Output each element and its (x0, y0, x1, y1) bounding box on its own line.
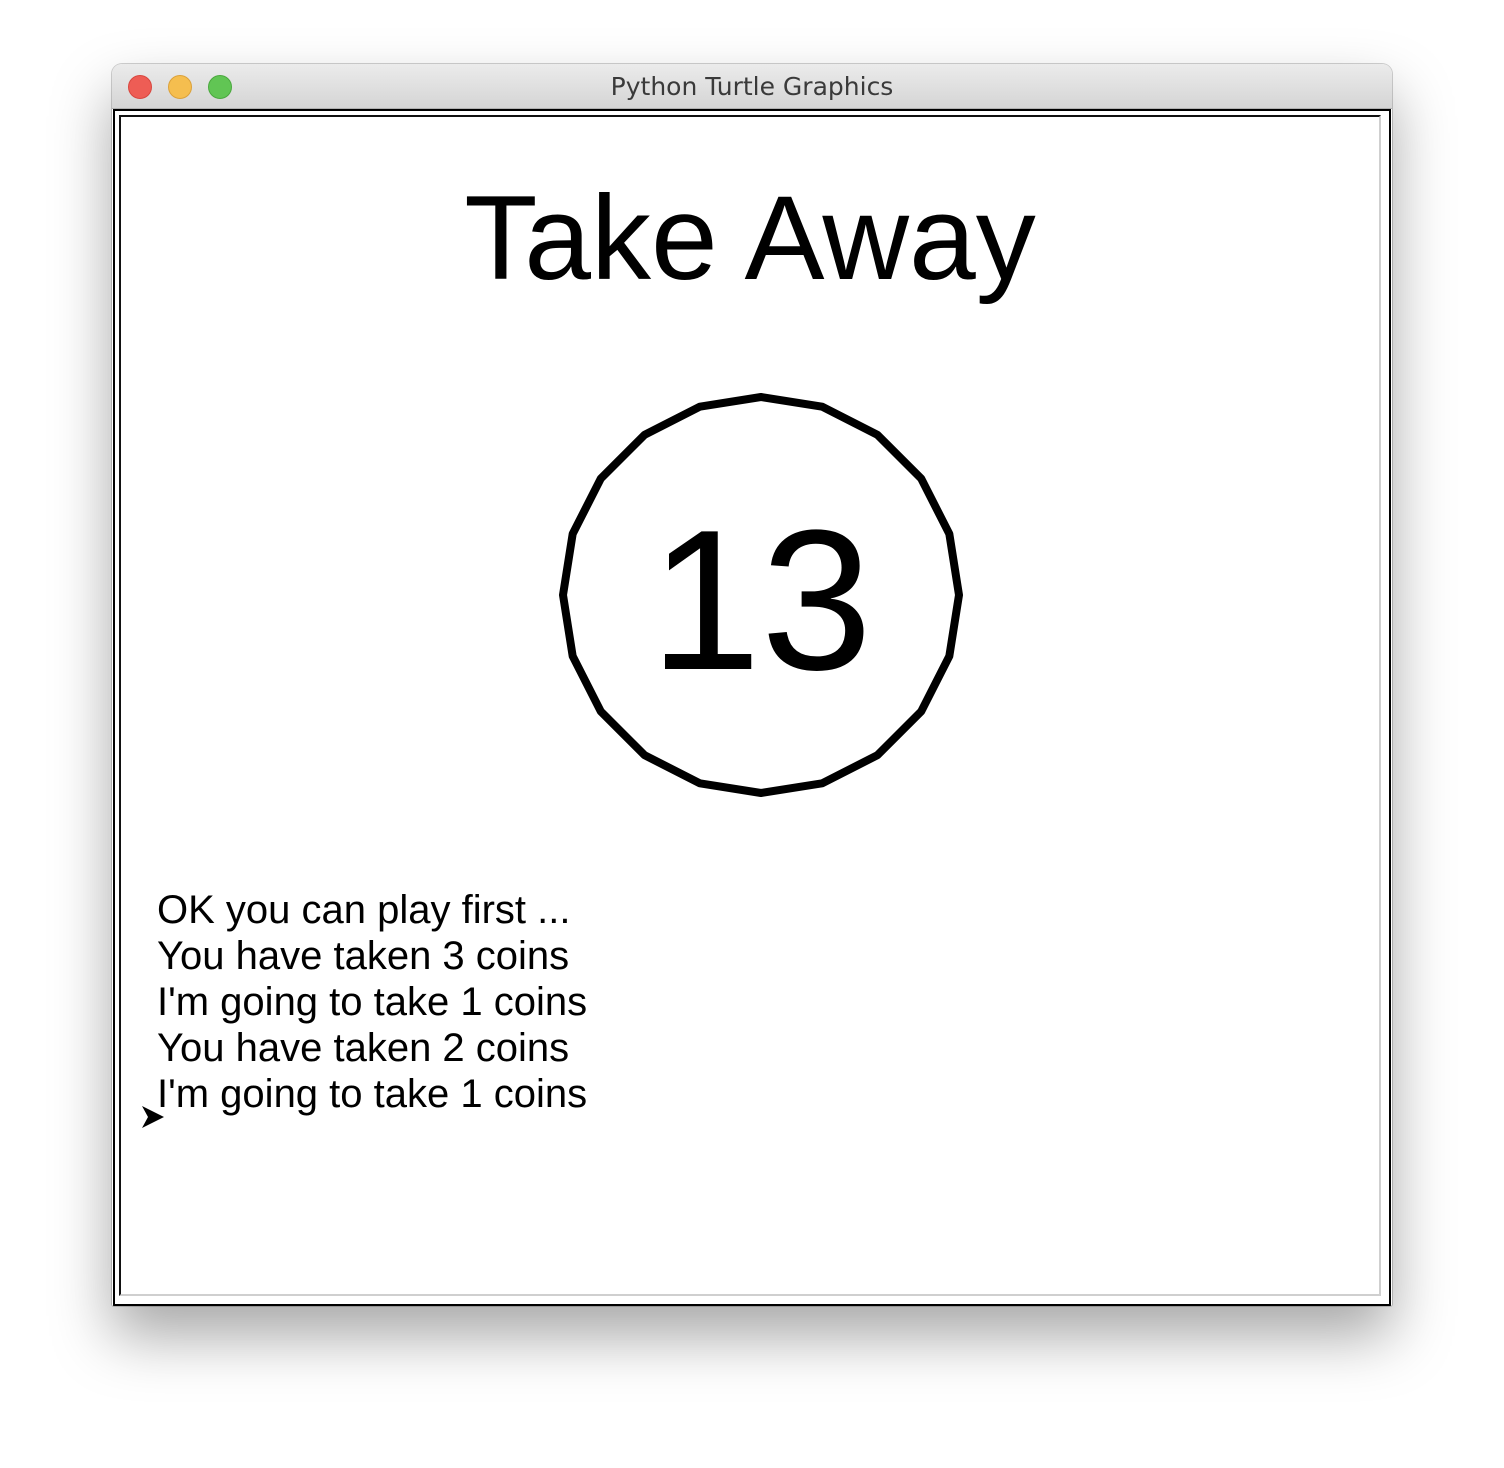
coins-remaining: 13 (649, 489, 873, 712)
message-log: OK you can play first ... You have taken… (157, 887, 587, 1117)
turtle-canvas-frame: Take Away 13 OK you can play first ... Y… (113, 109, 1391, 1306)
message-line: OK you can play first ... (157, 888, 571, 932)
turtle-window: Python Turtle Graphics Take Away 13 OK y… (112, 64, 1392, 1306)
message-line: You have taken 3 coins (157, 934, 570, 978)
arrow-cursor-icon (142, 1106, 164, 1128)
game-title: Take Away (464, 171, 1036, 305)
message-line: You have taken 2 coins (157, 1026, 570, 1070)
message-line: I'm going to take 1 coins (157, 1072, 588, 1116)
turtle-canvas[interactable]: Take Away 13 OK you can play first ... Y… (119, 115, 1381, 1296)
window-title: Python Turtle Graphics (610, 72, 894, 101)
title-bar[interactable]: Python Turtle Graphics (112, 64, 1392, 109)
message-line: I'm going to take 1 coins (157, 980, 588, 1024)
